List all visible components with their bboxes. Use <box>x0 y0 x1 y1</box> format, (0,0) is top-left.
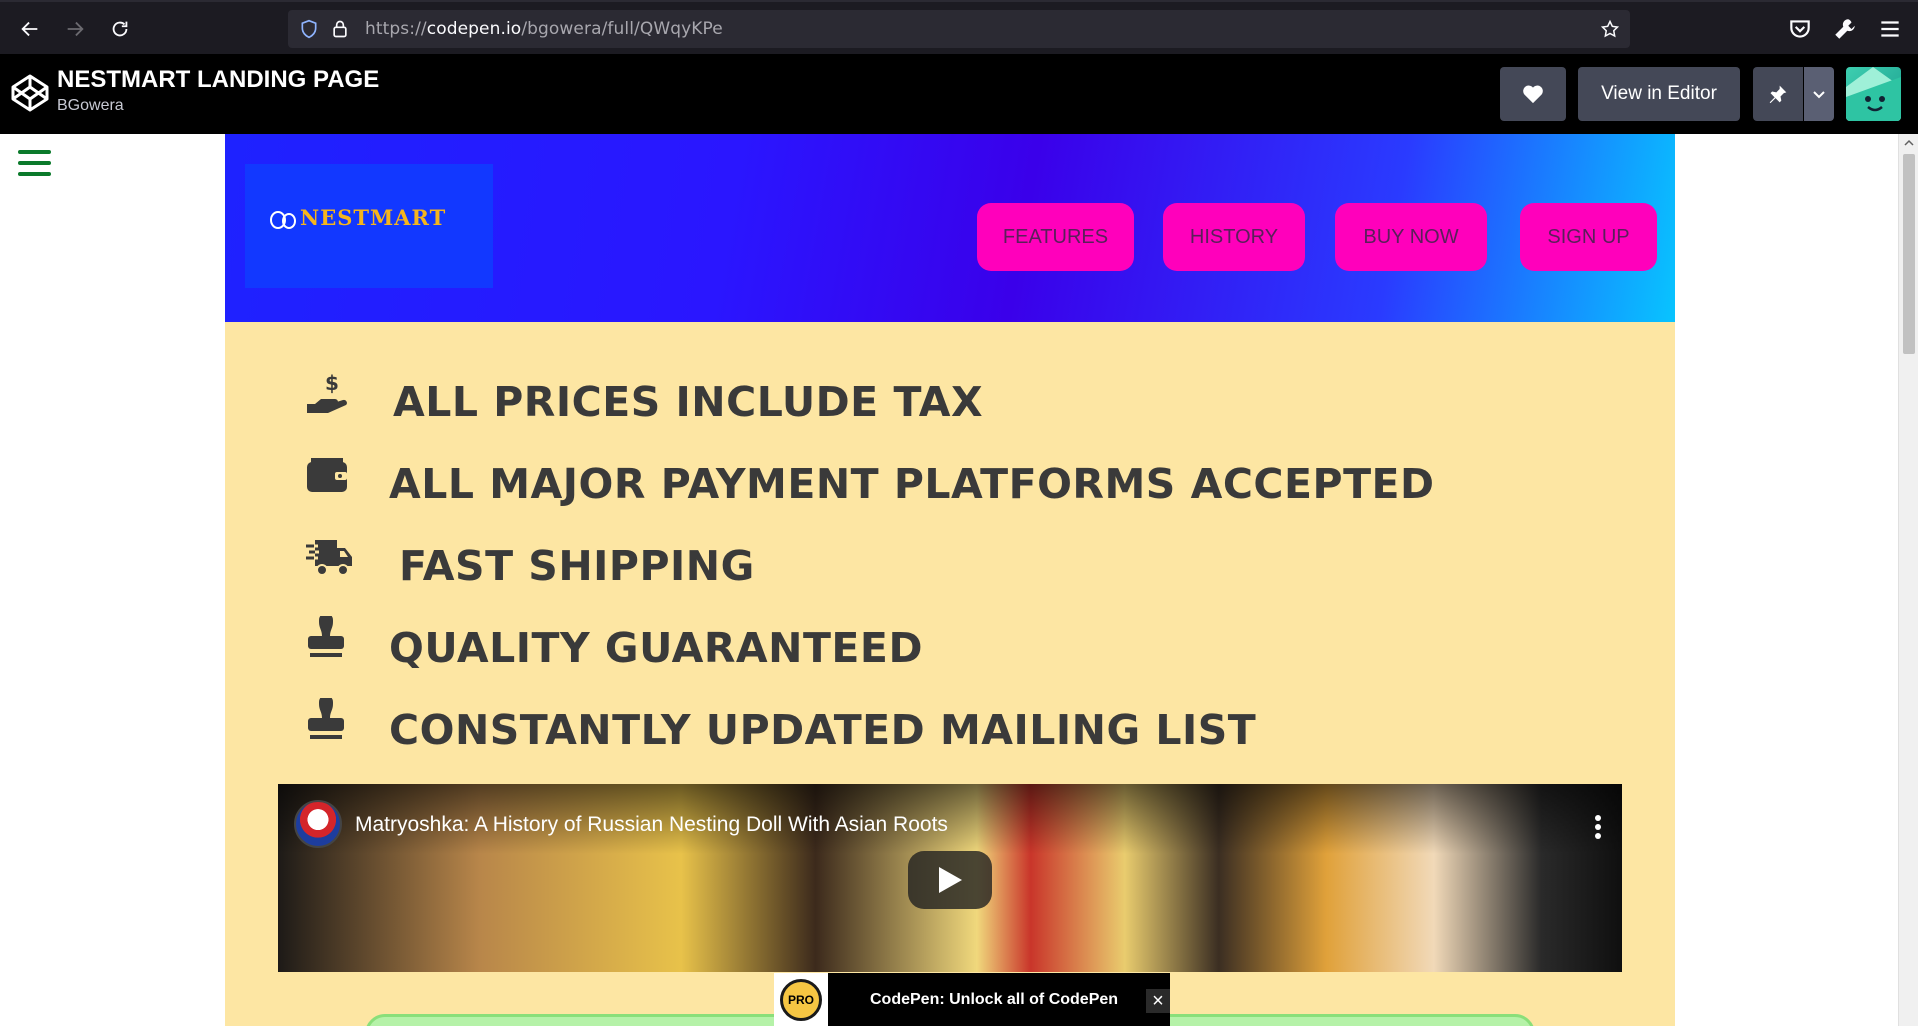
user-avatar[interactable] <box>1846 67 1901 121</box>
menu-icon[interactable] <box>1877 16 1903 42</box>
codepen-pro-promo[interactable]: PRO CodePen: Unlock all of CodePen × <box>774 973 1170 1026</box>
pro-badge: PRO <box>780 979 822 1021</box>
forward-button[interactable] <box>60 14 90 44</box>
arrow-right-icon <box>67 21 84 37</box>
feature-text: QUALITY GUARANTEED <box>389 624 923 672</box>
promo-text[interactable]: CodePen: Unlock all of CodePen <box>870 973 1118 1026</box>
youtube-video-embed[interactable]: Matryoshka: A History of Russian Nesting… <box>278 784 1622 972</box>
pen-author[interactable]: BGowera <box>57 97 124 115</box>
reload-button[interactable] <box>105 14 135 44</box>
brand-logo[interactable]: NESTMART <box>245 164 493 288</box>
close-icon[interactable]: × <box>1146 989 1170 1013</box>
view-in-editor-button[interactable]: View in Editor <box>1578 67 1740 121</box>
pin-button[interactable] <box>1753 67 1803 121</box>
reload-icon <box>112 21 128 37</box>
pocket-icon[interactable] <box>1787 16 1813 42</box>
video-title[interactable]: Matryoshka: A History of Russian Nesting… <box>355 813 948 837</box>
hand-dollar-icon: $ <box>307 371 347 413</box>
brand-logo-text: NESTMART <box>300 205 447 230</box>
back-button[interactable] <box>15 14 45 44</box>
browser-toolbar: https://codepen.io/bgowera/full/QWqyKPe <box>0 0 1918 54</box>
chevron-down-icon <box>1813 91 1825 99</box>
vertical-scrollbar[interactable] <box>1898 134 1918 1026</box>
more-vertical-icon[interactable] <box>1594 814 1602 840</box>
like-button[interactable] <box>1500 67 1566 121</box>
channel-avatar[interactable] <box>294 800 342 848</box>
avatar-face-icon <box>1846 67 1901 121</box>
nav-history[interactable]: HISTORY <box>1163 203 1305 271</box>
shield-icon[interactable] <box>299 19 319 39</box>
bookmark-star-icon[interactable] <box>1600 19 1620 39</box>
url-text: https://codepen.io/bgowera/full/QWqyKPe <box>365 19 723 39</box>
nesting-doll-logo-icon <box>270 211 296 229</box>
wallet-icon <box>307 458 347 492</box>
codepen-header: NESTMART LANDING PAGE BGowera View in Ed… <box>0 54 1918 134</box>
lock-icon[interactable] <box>330 19 350 39</box>
scroll-up-arrow-icon[interactable] <box>1904 138 1914 148</box>
play-icon <box>939 867 962 893</box>
nav-buy-now[interactable]: BUY NOW <box>1335 203 1487 271</box>
scrollbar-thumb[interactable] <box>1903 154 1915 354</box>
address-bar[interactable]: https://codepen.io/bgowera/full/QWqyKPe <box>288 10 1630 48</box>
truck-fast-icon <box>306 540 352 576</box>
codepen-logo-icon[interactable] <box>10 73 50 113</box>
nav-sign-up[interactable]: SIGN UP <box>1520 203 1657 271</box>
feature-text: ALL MAJOR PAYMENT PLATFORMS ACCEPTED <box>389 460 1435 508</box>
landing-page: NESTMART FEATURES HISTORY BUY NOW SIGN U… <box>225 134 1675 1026</box>
pen-title: NESTMART LANDING PAGE <box>57 66 380 93</box>
pin-dropdown-button[interactable] <box>1804 67 1834 121</box>
feature-text: CONSTANTLY UPDATED MAILING LIST <box>389 706 1257 754</box>
feature-text: ALL PRICES INCLUDE TAX <box>393 378 984 426</box>
arrow-left-icon <box>21 21 38 37</box>
pen-viewport: NESTMART FEATURES HISTORY BUY NOW SIGN U… <box>0 134 1898 1026</box>
video-play-button[interactable] <box>908 851 992 909</box>
heart-icon <box>1523 85 1543 104</box>
svg-text:$: $ <box>325 371 339 395</box>
stamp-icon <box>308 698 344 739</box>
hero-header: NESTMART FEATURES HISTORY BUY NOW SIGN U… <box>225 134 1675 322</box>
pin-icon <box>1769 85 1787 104</box>
hamburger-menu-icon[interactable] <box>18 150 51 178</box>
wrench-icon[interactable] <box>1832 16 1858 42</box>
feature-text: FAST SHIPPING <box>399 542 755 590</box>
stamp-icon <box>308 616 344 657</box>
nav-features[interactable]: FEATURES <box>977 203 1134 271</box>
